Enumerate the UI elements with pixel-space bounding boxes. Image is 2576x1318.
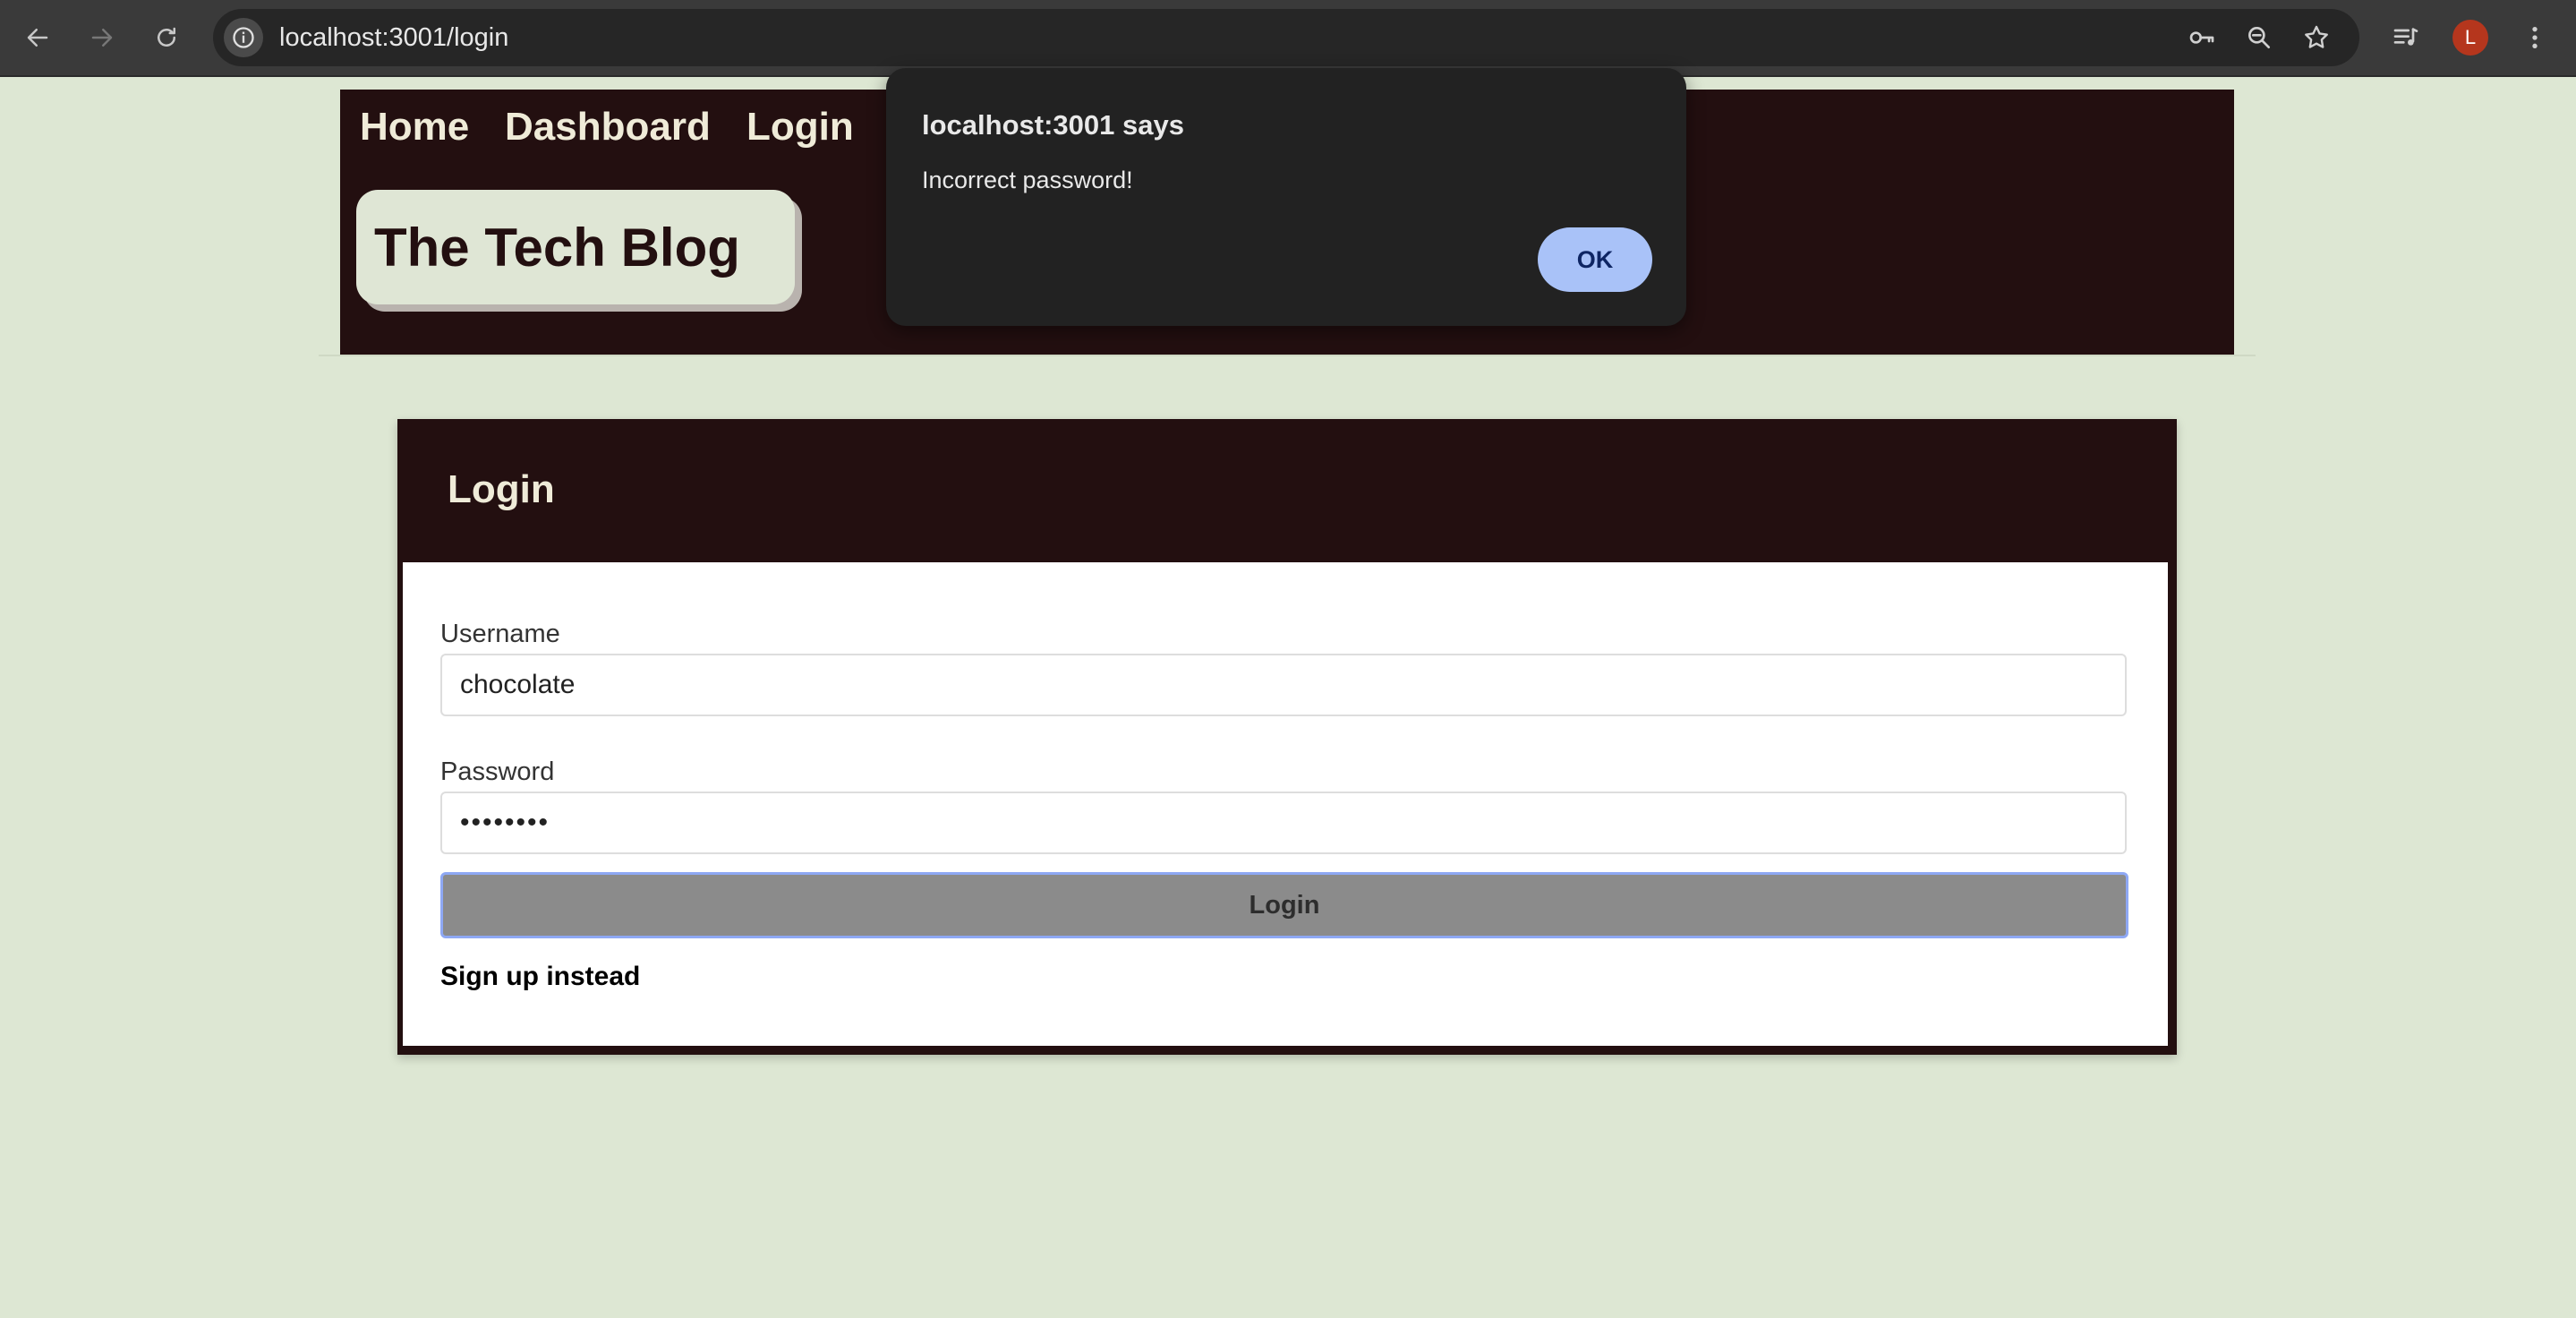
back-button[interactable] bbox=[18, 18, 57, 57]
kebab-menu-icon bbox=[2532, 27, 2538, 48]
zoom-out-icon bbox=[2248, 26, 2270, 48]
star-icon bbox=[2305, 25, 2328, 48]
address-bar[interactable]: localhost:3001/login bbox=[213, 9, 2359, 66]
password-label: Password bbox=[440, 757, 555, 786]
zoom-button[interactable] bbox=[2243, 21, 2275, 54]
browser-menu-button[interactable] bbox=[2513, 16, 2556, 59]
username-input[interactable]: chocolate bbox=[440, 654, 2127, 716]
reload-icon bbox=[158, 27, 175, 47]
header-divider bbox=[319, 355, 2256, 356]
site-info-button[interactable] bbox=[224, 18, 263, 57]
username-label: Username bbox=[440, 620, 560, 648]
login-form: Username chocolate Password •••••••• Log… bbox=[403, 562, 2168, 1046]
login-card-title: Login bbox=[448, 467, 555, 511]
alert-title: localhost:3001 says bbox=[922, 109, 1184, 141]
password-input[interactable]: •••••••• bbox=[440, 792, 2127, 854]
avatar: L bbox=[2452, 20, 2488, 56]
back-arrow-icon bbox=[27, 29, 48, 47]
blog-title-box: The Tech Blog bbox=[356, 190, 795, 304]
login-card-header: Login bbox=[397, 419, 2177, 561]
password-key-button[interactable] bbox=[2186, 21, 2218, 54]
profile-button[interactable]: L bbox=[2449, 16, 2492, 59]
nav-home-link[interactable]: Home bbox=[360, 107, 469, 147]
nav-dashboard-link[interactable]: Dashboard bbox=[505, 107, 711, 147]
bookmark-button[interactable] bbox=[2300, 21, 2333, 54]
signup-link[interactable]: Sign up instead bbox=[440, 962, 640, 992]
reload-button[interactable] bbox=[147, 18, 186, 57]
nav-login-link[interactable]: Login bbox=[746, 107, 854, 147]
info-icon bbox=[233, 27, 254, 48]
blog-title: The Tech Blog bbox=[374, 217, 740, 278]
alert-ok-button[interactable]: OK bbox=[1538, 227, 1652, 292]
forward-button[interactable] bbox=[82, 18, 122, 57]
login-submit-button[interactable]: Login bbox=[440, 872, 2128, 938]
key-icon bbox=[2189, 31, 2214, 44]
url-text[interactable]: localhost:3001/login bbox=[279, 9, 508, 66]
login-card: Login Username chocolate Password ••••••… bbox=[397, 419, 2177, 1055]
alert-message: Incorrect password! bbox=[922, 167, 1133, 193]
reading-list-button[interactable] bbox=[2384, 16, 2427, 59]
browser-toolbar: localhost:3001/login L bbox=[0, 0, 2576, 77]
media-queue-icon bbox=[2393, 28, 2418, 46]
alert-dialog: localhost:3001 says Incorrect password! … bbox=[886, 68, 1686, 326]
forward-arrow-icon bbox=[91, 29, 113, 47]
